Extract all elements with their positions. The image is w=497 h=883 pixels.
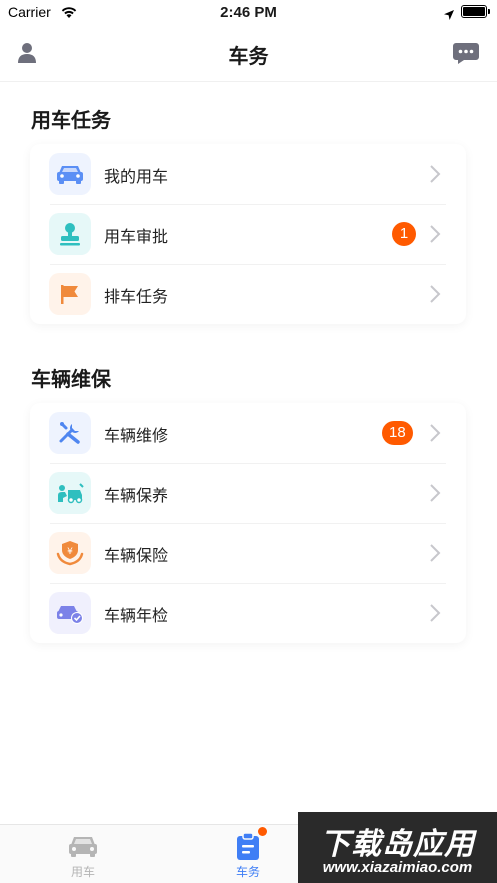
list-item-dispatch-tasks[interactable]: 排车任务 <box>30 264 466 324</box>
page-title: 车务 <box>228 44 269 68</box>
tab-vehicle-use[interactable]: 用车 <box>23 825 143 883</box>
tab-vehicle-affairs[interactable]: 车务 <box>188 825 308 883</box>
list-item-vehicle-approval[interactable]: 用车审批 1 <box>30 204 466 264</box>
status-bar: Carrier 2:46 PM <box>0 0 497 26</box>
list-item-my-vehicle[interactable]: 我的用车 <box>30 144 466 204</box>
list-item-label: 车辆维修 <box>104 426 169 445</box>
list-item-label: 用车审批 <box>104 227 169 246</box>
stamp-icon <box>49 213 91 255</box>
chevron-right-icon <box>429 543 441 563</box>
list-item-label: 排车任务 <box>104 287 169 306</box>
car-icon <box>49 153 91 195</box>
section-title-vehicle-maintenance: 车辆维保 <box>31 367 111 391</box>
chevron-right-icon <box>429 483 441 503</box>
notification-dot <box>258 827 267 836</box>
vehicle-tasks-card: 我的用车 用车审批 1 排车任务 <box>30 144 466 324</box>
list-item-label: 车辆年检 <box>104 606 169 625</box>
tab-label: 车务 <box>235 865 260 879</box>
chevron-right-icon <box>429 284 441 304</box>
clipboard-icon <box>233 832 263 861</box>
watermark-url: www.xiazaimiao.com <box>322 859 473 876</box>
chevron-right-icon <box>429 603 441 623</box>
watermark-title: 下载岛应用 <box>320 827 475 862</box>
count-badge: 1 <box>392 222 416 246</box>
tab-label: 用车 <box>70 865 95 879</box>
svg-text:¥: ¥ <box>67 547 73 557</box>
section-title-vehicle-tasks: 用车任务 <box>31 108 111 132</box>
battery-full-icon <box>461 5 490 18</box>
chevron-right-icon <box>429 224 441 244</box>
status-time: 2:46 PM <box>220 4 277 21</box>
nav-bar: 车务 <box>0 26 497 82</box>
count-badge: 18 <box>382 421 413 445</box>
car-icon <box>68 833 98 861</box>
list-item-vehicle-service[interactable]: 车辆保养 <box>30 463 466 523</box>
flag-icon <box>49 273 91 315</box>
location-arrow-icon <box>443 6 455 25</box>
vehicle-maintenance-card: 车辆维修 18 车辆保养 ¥ 车辆保险 车辆年检 <box>30 403 466 643</box>
chevron-right-icon <box>429 423 441 443</box>
insurance-hand-icon: ¥ <box>49 532 91 574</box>
repair-tools-icon <box>49 412 91 454</box>
car-inspection-icon <box>49 592 91 634</box>
message-icon[interactable] <box>452 40 480 66</box>
list-item-vehicle-inspection[interactable]: 车辆年检 <box>30 583 466 643</box>
chevron-right-icon <box>429 164 441 184</box>
watermark: 下载岛应用 www.xiazaimiao.com <box>298 812 497 883</box>
list-item-label: 车辆保养 <box>104 486 169 505</box>
car-maintenance-icon <box>49 472 91 514</box>
list-item-vehicle-insurance[interactable]: ¥ 车辆保险 <box>30 523 466 583</box>
list-item-vehicle-repair[interactable]: 车辆维修 18 <box>30 403 466 463</box>
list-item-label: 我的用车 <box>104 167 169 186</box>
list-item-label: 车辆保险 <box>104 546 169 565</box>
